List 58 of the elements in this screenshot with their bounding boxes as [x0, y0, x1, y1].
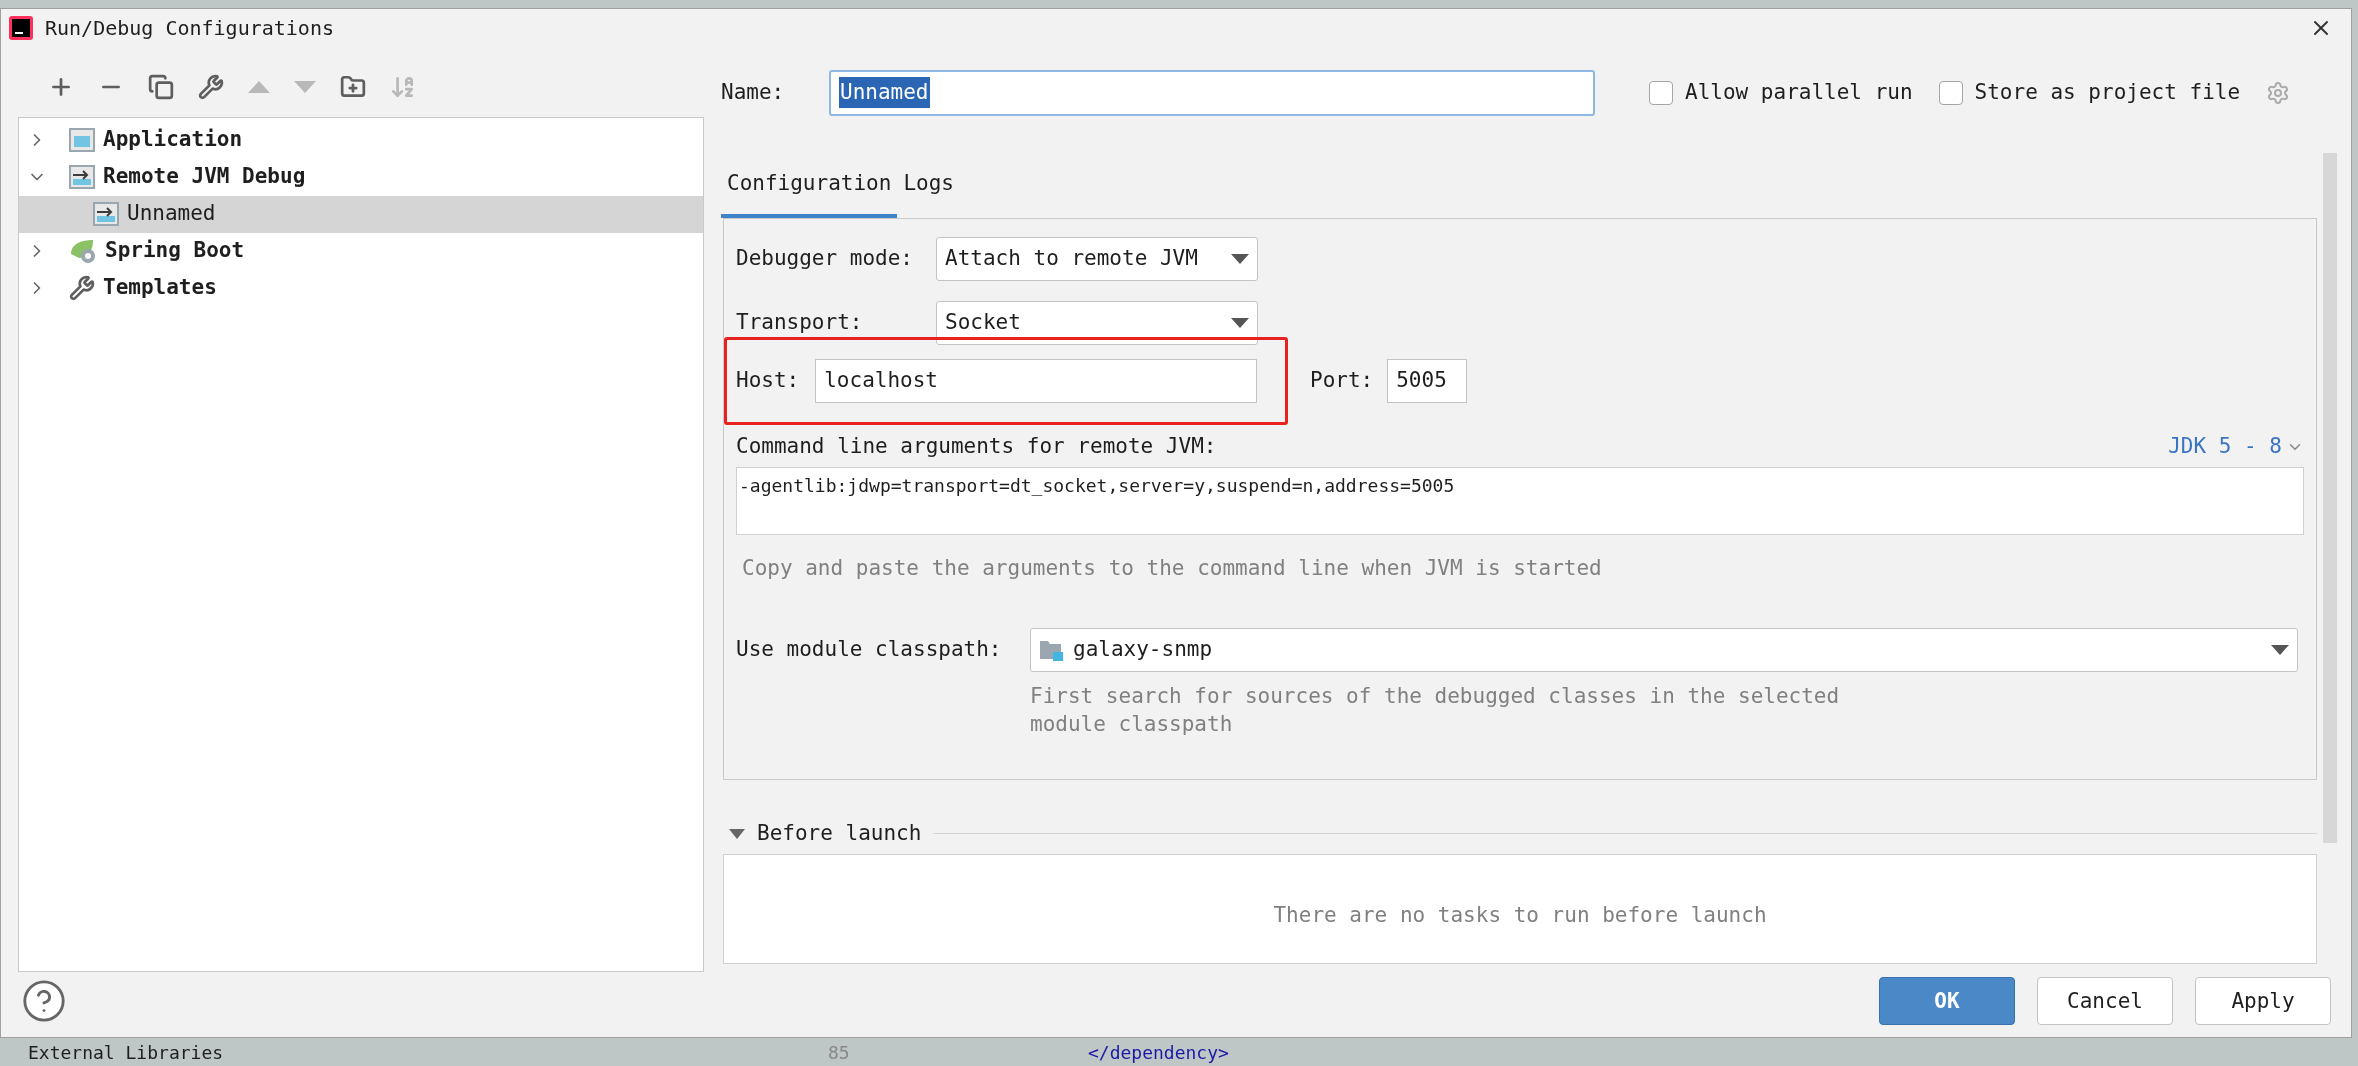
- command-line-hint: Copy and paste the arguments to the command line when JVM is started: [742, 554, 1603, 582]
- tree-item-label: Templates: [103, 274, 217, 302]
- port-input[interactable]: 5005: [1387, 358, 1468, 403]
- code-line: </dependency>: [1088, 1040, 1229, 1065]
- tab[interactable]: Logs: [897, 162, 960, 218]
- jdk-version-link[interactable]: JDK 5 - 8: [2168, 430, 2282, 463]
- checkbox-label: Store as project file: [1974, 78, 2241, 106]
- tab[interactable]: Configuration: [721, 162, 898, 218]
- folder-plus-icon[interactable]: [340, 73, 366, 100]
- wrench-icon: [69, 275, 95, 302]
- name-label: Name:: [721, 78, 786, 106]
- checkbox[interactable]: [1938, 80, 1963, 105]
- dropdown-arrow-icon: [1231, 317, 1249, 328]
- host-input[interactable]: localhost: [815, 358, 1258, 403]
- dialog-button[interactable]: OK: [1879, 977, 2015, 1026]
- tree-item[interactable]: Templates: [19, 269, 703, 307]
- tree-item[interactable]: Unnamed: [19, 195, 703, 233]
- tree-item[interactable]: Application: [19, 121, 703, 159]
- remote-debug-icon: [69, 165, 95, 190]
- leaf-gear-icon: [69, 238, 97, 265]
- tree-item[interactable]: Spring Boot: [19, 232, 703, 270]
- debugger-mode-label: Debugger mode:: [736, 244, 914, 272]
- module-classpath-dropdown[interactable]: galaxy-snmp: [1030, 628, 2298, 673]
- before-launch-title: Before launch: [757, 819, 922, 847]
- app-logo-icon: [9, 15, 33, 40]
- host-label: Host:: [736, 366, 800, 394]
- checkbox-label: Allow parallel run: [1685, 78, 1913, 106]
- empty-tasks-message: There are no tasks to run before launch: [1273, 901, 1767, 929]
- tree-item-label: Remote JVM Debug: [103, 163, 306, 191]
- remote-debug-icon: [93, 202, 119, 227]
- copy-icon[interactable]: [148, 73, 174, 100]
- module-classpath-label: Use module classpath:: [736, 636, 1003, 664]
- line-number: 85: [828, 1040, 851, 1065]
- transport-label: Transport:: [736, 308, 864, 336]
- module-folder-icon: [1039, 638, 1065, 663]
- tree-item[interactable]: Remote JVM Debug: [19, 158, 703, 196]
- dropdown-arrow-icon: [1231, 253, 1249, 264]
- checkbox[interactable]: [1649, 80, 1673, 105]
- tree-item-label: Unnamed: [127, 200, 216, 228]
- window-icon: [69, 128, 95, 153]
- window-title: Run/Debug Configurations: [45, 14, 335, 42]
- debugger-mode-dropdown[interactable]: Attach to remote JVM: [936, 236, 1258, 281]
- dialog-button[interactable]: Apply: [2195, 977, 2331, 1026]
- name-input[interactable]: Unnamed: [829, 69, 1595, 116]
- project-tree-item: External Libraries: [28, 1040, 225, 1065]
- dialog-button[interactable]: Cancel: [2037, 977, 2173, 1026]
- command-line-text-area[interactable]: -agentlib:jdwp=transport=dt_socket,server=y,suspend=n,address=5005: [736, 466, 2304, 535]
- module-classpath-hint: First search for sources of the debugged classes in the selected module classpath: [1030, 683, 1841, 739]
- transport-dropdown[interactable]: Socket: [936, 300, 1258, 345]
- help-icon[interactable]: [21, 978, 67, 1025]
- wrench-icon[interactable]: [198, 73, 224, 100]
- scrollbar[interactable]: [2323, 152, 2337, 843]
- tree-item-label: Application: [103, 126, 243, 154]
- dropdown-arrow-icon: [2271, 645, 2289, 656]
- port-label: Port:: [1310, 366, 1374, 394]
- collapse-triangle-icon[interactable]: [729, 828, 745, 839]
- command-line-label: Command line arguments for remote JVM:: [736, 432, 1218, 460]
- tree-item-label: Spring Boot: [105, 237, 245, 265]
